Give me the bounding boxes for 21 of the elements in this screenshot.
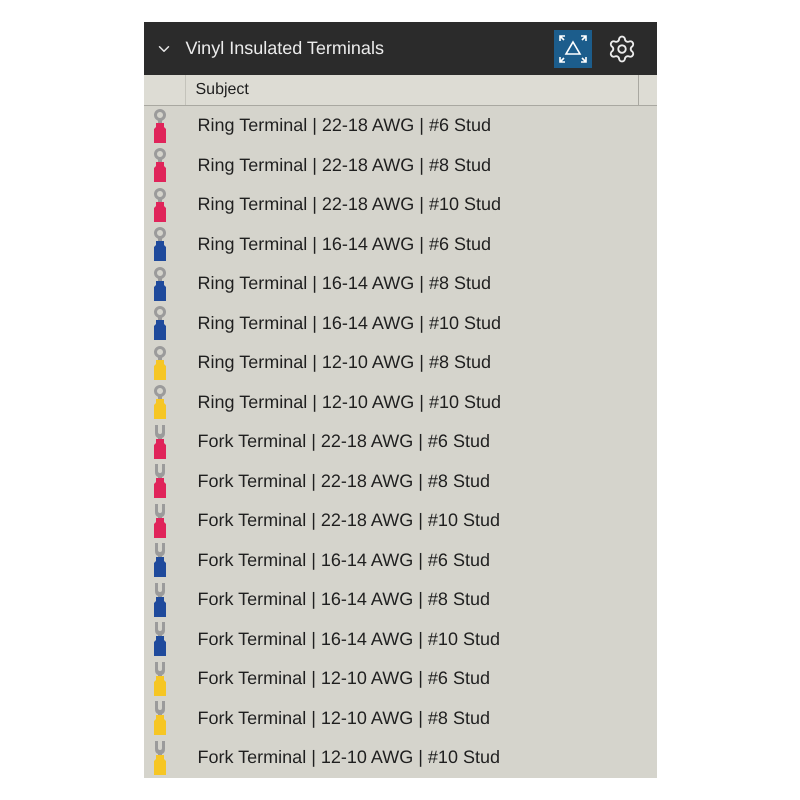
terminal-subject[interactable]: Fork Terminal | 16-14 AWG | #10 Stud xyxy=(186,626,500,653)
terminal-subject[interactable]: Ring Terminal | 22-18 AWG | #6 Stud xyxy=(186,112,491,140)
triangle-expand-icon xyxy=(558,34,588,64)
terminal-subject[interactable]: Ring Terminal | 12-10 AWG | #8 Stud xyxy=(186,349,491,376)
terminal-subject[interactable]: Ring Terminal | 22-18 AWG | #10 Stud xyxy=(186,191,502,218)
terminal-subject[interactable]: Fork Terminal | 12-10 AWG | #10 Stud xyxy=(186,744,500,772)
terminal-subject[interactable]: Ring Terminal | 16-14 AWG | #10 Stud xyxy=(186,310,502,337)
column-header[interactable]: Subject xyxy=(186,75,638,105)
terminal-subject[interactable]: Fork Terminal | 22-18 AWG | #10 Stud xyxy=(186,507,500,534)
terminal-subject[interactable]: Fork Terminal | 12-10 AWG | #6 Stud xyxy=(186,665,490,692)
terminal-subject[interactable]: Ring Terminal | 12-10 AWG | #10 Stud xyxy=(186,388,502,416)
terminal-subject[interactable]: Ring Terminal | 22-18 AWG | #8 Stud xyxy=(186,152,491,179)
terminal-subject[interactable]: Ring Terminal | 16-14 AWG | #8 Stud xyxy=(186,270,491,298)
terminal-subject[interactable]: Fork Terminal | 16-14 AWG | #8 Stud xyxy=(186,586,490,614)
terminal-subject[interactable]: Fork Terminal | 12-10 AWG | #8 Stud xyxy=(186,704,490,732)
terminal-subject[interactable]: Fork Terminal | 22-18 AWG | #8 Stud xyxy=(186,468,490,495)
fit-view-button[interactable] xyxy=(554,30,592,68)
terminal-subject[interactable]: Fork Terminal | 16-14 AWG | #6 Stud xyxy=(186,546,490,574)
panel-title: Vinyl Insulated Terminals xyxy=(186,37,384,60)
terminal-subject[interactable]: Fork Terminal | 22-18 AWG | #6 Stud xyxy=(186,428,490,456)
terminal-subject[interactable]: Ring Terminal | 16-14 AWG | #6 Stud xyxy=(186,230,491,258)
